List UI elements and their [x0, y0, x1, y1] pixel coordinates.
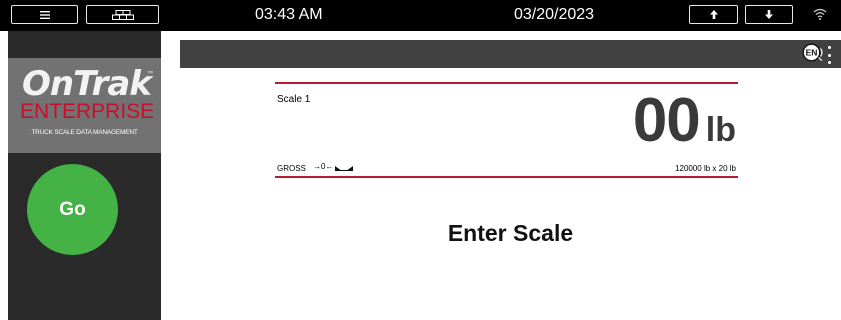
- grid-icon: [111, 9, 134, 20]
- menu-button[interactable]: [11, 5, 78, 24]
- arrow-up-icon: [709, 10, 718, 19]
- status-bar: 03:43 AM 03/20/2023: [0, 0, 841, 31]
- go-button[interactable]: Go: [27, 164, 118, 255]
- weight-readout: 00 lb: [633, 85, 736, 157]
- logo-trademark: ™: [147, 71, 153, 77]
- arrow-down-icon: [765, 10, 773, 19]
- weight-unit: lb: [705, 111, 736, 149]
- kebab-menu-icon[interactable]: [827, 46, 831, 64]
- wifi-icon: [813, 8, 827, 20]
- prompt-text: Enter Scale: [447, 220, 574, 246]
- scale-capacity: 120000 lb x 20 lb: [675, 164, 736, 173]
- scroll-down-button[interactable]: [745, 5, 793, 24]
- logo-brand: OnTrak: [22, 64, 152, 104]
- weigh-mode: GROSS: [277, 164, 306, 173]
- menu-icon: [39, 10, 50, 19]
- scroll-up-button[interactable]: [689, 5, 738, 24]
- layout-button[interactable]: [86, 5, 159, 24]
- sidebar: OnTrak ™ ENTERPRISE TRUCK SCALE DATA MAN…: [8, 31, 161, 320]
- ontrak-logo: OnTrak ™ ENTERPRISE TRUCK SCALE DATA MAN…: [8, 58, 161, 153]
- scale-name: Scale 1: [277, 94, 311, 105]
- scale-terminal-screen: 03:43 AM 03/20/2023 OnTrak ™ ENTERPRISE …: [0, 0, 841, 320]
- logo-product: ENTERPRISE: [20, 100, 155, 123]
- scale-display: Scale 1 00 lb GROSS →0← 120000 lb x 20 l…: [275, 82, 738, 178]
- weight-value: 00: [632, 86, 701, 155]
- center-of-zero-indicator: →0←: [313, 162, 334, 171]
- motion-indicator-icon: [335, 166, 353, 171]
- logo-tagline: TRUCK SCALE DATA MANAGEMENT: [31, 129, 138, 136]
- clock-time: 03:43 AM: [255, 6, 323, 23]
- clock-date: 03/20/2023: [514, 6, 595, 23]
- header-bar: [180, 40, 841, 68]
- language-en-icon[interactable]: EN: [801, 42, 825, 66]
- language-code: EN: [806, 48, 818, 58]
